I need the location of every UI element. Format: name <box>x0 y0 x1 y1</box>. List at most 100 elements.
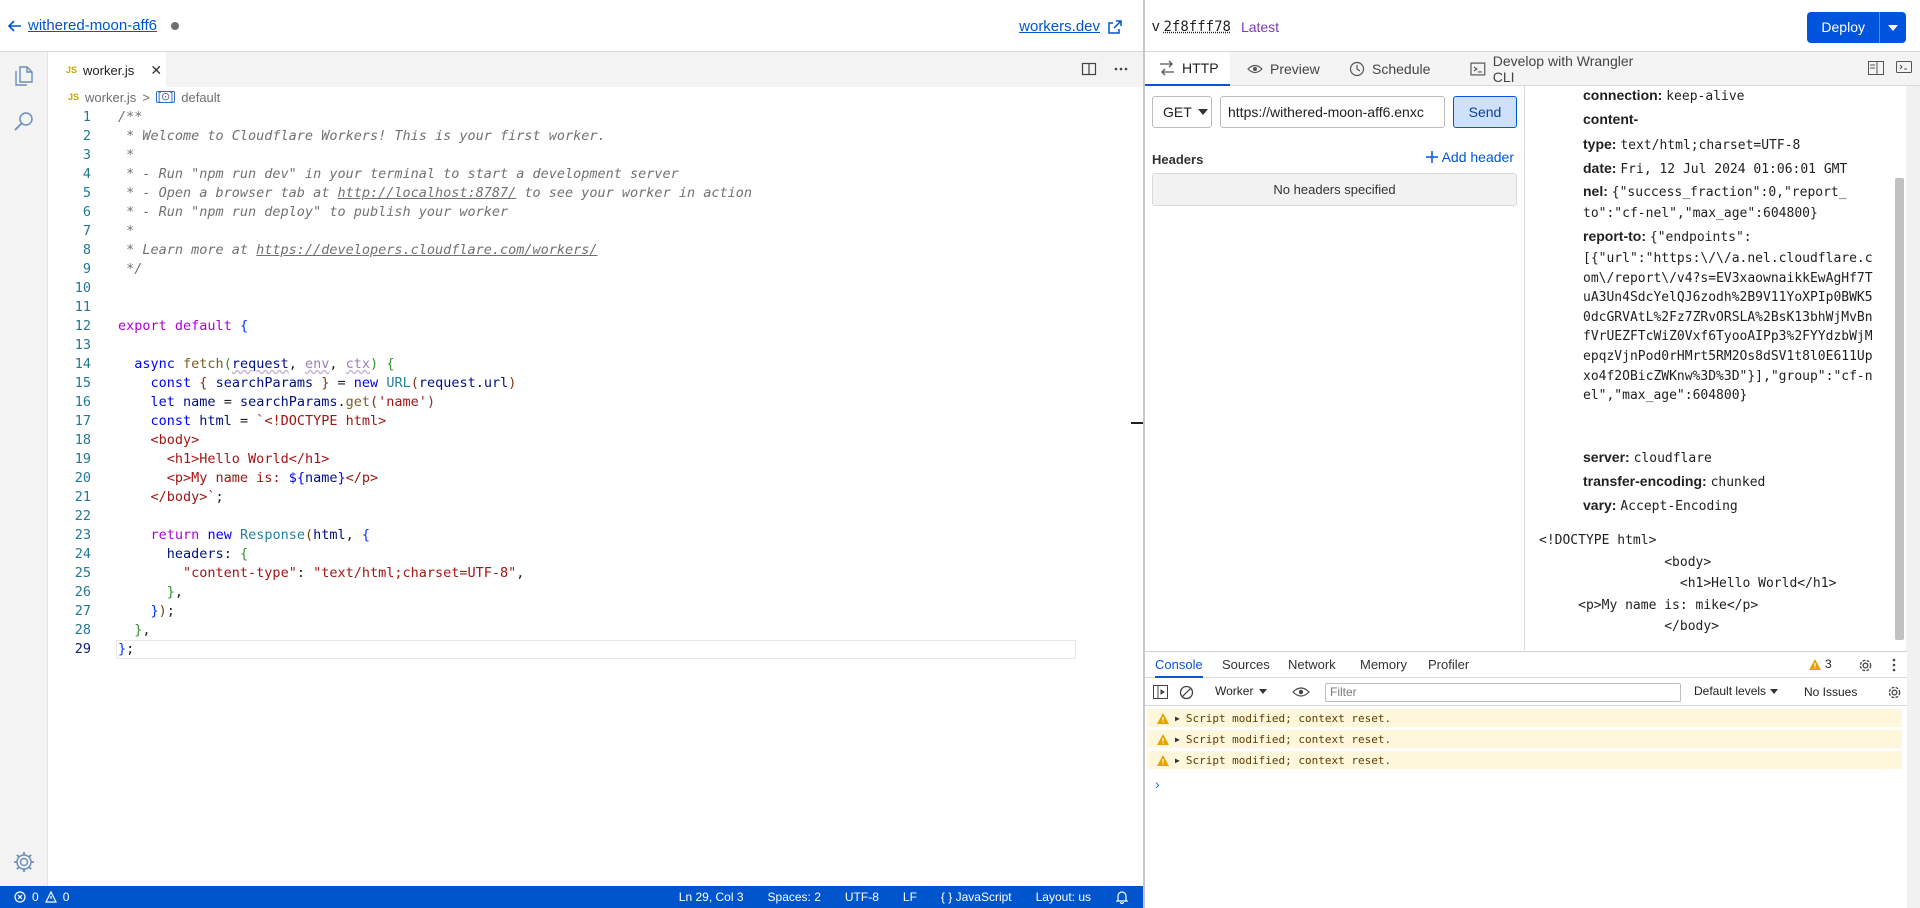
bell-icon[interactable] <box>1115 890 1129 904</box>
code-line[interactable]: 15 const { searchParams } = new URL(requ… <box>48 374 1128 393</box>
encoding[interactable]: UTF-8 <box>845 890 879 904</box>
code-line[interactable]: 19 <h1>Hello World</h1> <box>48 450 1128 469</box>
right-pane-scrollbar-track[interactable] <box>1906 86 1920 908</box>
code-line[interactable]: 27 }); <box>48 602 1128 621</box>
devtools-tab-bar: Console Sources Network Memory Profiler … <box>1145 652 1907 678</box>
line-number: 12 <box>74 318 91 334</box>
code-line[interactable]: 17 const html = `<!DOCTYPE html> <box>48 412 1128 431</box>
code-text: * Learn more at https://developers.cloud… <box>118 242 598 258</box>
indentation[interactable]: Spaces: 2 <box>768 890 821 904</box>
log-levels-dropdown[interactable]: Default levels <box>1694 684 1779 698</box>
toggle-console-icon[interactable] <box>1896 61 1912 75</box>
header-value: Accept-Encoding <box>1620 499 1738 514</box>
code-line[interactable]: 14 async fetch(request, env, ctx) { <box>48 355 1128 374</box>
end-of-line[interactable]: LF <box>903 890 917 904</box>
devtools-layout-icon[interactable] <box>1868 61 1884 75</box>
code-line[interactable]: 18 <body> <box>48 431 1128 450</box>
code-line[interactable]: 25 "content-type": "text/html;charset=UT… <box>48 564 1128 583</box>
code-text: /** <box>118 109 143 125</box>
code-editor[interactable]: 1 /** 2 * Welcome to Cloudflare Workers! T… <box>48 108 1128 718</box>
code-line[interactable]: 2 * Welcome to Cloudflare Workers! This … <box>48 127 1128 146</box>
back-to-worker-link[interactable]: withered-moon-aff6 <box>8 17 179 34</box>
code-line[interactable]: 16 let name = searchParams.get('name') <box>48 393 1128 412</box>
search-icon[interactable] <box>12 110 36 134</box>
workers-dev-link[interactable]: workers.dev <box>1019 18 1122 35</box>
tab-schedule[interactable]: Schedule <box>1335 52 1453 86</box>
console-warning-message[interactable]: ▶ Script modified; context reset. <box>1147 729 1902 748</box>
devtools-menu-icon[interactable] <box>1887 658 1901 672</box>
expand-arrow-icon[interactable]: ▶ <box>1175 735 1180 744</box>
code-line[interactable]: 6 * - Run "npm run deploy" to publish yo… <box>48 203 1128 222</box>
code-line[interactable]: 22 <box>48 507 1128 526</box>
code-line[interactable]: 5 * - Open a browser tab at http://local… <box>48 184 1128 203</box>
problems-indicator[interactable]: 0 0 <box>0 890 69 904</box>
code-line[interactable]: 7 * <box>48 222 1128 241</box>
devtools-settings-icon[interactable] <box>1858 658 1873 673</box>
explorer-icon[interactable] <box>12 64 36 88</box>
code-line[interactable]: 10 <box>48 279 1128 298</box>
console-filter-input[interactable]: Filter <box>1325 683 1681 702</box>
tab-console[interactable]: Console <box>1155 652 1203 678</box>
code-line[interactable]: 1 /** <box>48 108 1128 127</box>
header-key: date: <box>1583 160 1617 176</box>
url-input[interactable] <box>1220 96 1445 128</box>
console-prompt[interactable]: › <box>1155 776 1160 792</box>
code-line[interactable]: 11 <box>48 298 1128 317</box>
js-file-icon: JS <box>68 92 80 102</box>
deploy-options-button[interactable] <box>1880 12 1906 43</box>
tab-http[interactable]: HTTP <box>1145 52 1230 86</box>
keyboard-layout[interactable]: Layout: us <box>1036 890 1091 904</box>
tab-worker-js[interactable]: JS worker.js ✕ <box>48 52 166 87</box>
more-actions-icon[interactable] <box>1113 61 1129 77</box>
method-select[interactable]: GET <box>1152 96 1212 128</box>
code-line[interactable]: 29}; <box>48 640 1128 659</box>
tab-preview[interactable]: Preview <box>1233 52 1333 86</box>
code-line[interactable]: 13 <box>48 336 1128 355</box>
sidebar-toggle-icon[interactable] <box>1153 685 1168 699</box>
expand-arrow-icon[interactable]: ▶ <box>1175 756 1180 765</box>
code-line[interactable]: 12 export default { <box>48 317 1128 336</box>
settings-gear-icon[interactable] <box>12 850 36 874</box>
close-tab-icon[interactable]: ✕ <box>150 62 162 79</box>
header-key: nel: <box>1583 183 1608 199</box>
send-button[interactable]: Send <box>1453 96 1517 128</box>
code-line[interactable]: 23 return new Response(html, { <box>48 526 1128 545</box>
code-line[interactable]: 28 }, <box>48 621 1128 640</box>
response-header-row: connection: keep-alive <box>1583 86 1883 109</box>
language-mode[interactable]: { } JavaScript <box>941 890 1012 904</box>
issues-counter[interactable]: No Issues <box>1804 685 1857 699</box>
tab-develop[interactable]: Develop with Wrangler CLI <box>1456 52 1656 86</box>
code-text: let name = searchParams.get('name') <box>150 394 436 410</box>
console-warning-counter[interactable]: 3 <box>1809 657 1832 671</box>
add-header-button[interactable]: Add header <box>1425 149 1514 165</box>
code-line[interactable]: 26 }, <box>48 583 1128 602</box>
tab-profiler[interactable]: Profiler <box>1428 652 1469 678</box>
code-line[interactable]: 24 headers: { <box>48 545 1128 564</box>
code-line[interactable]: 20 <p>My name is: ${name}</p> <box>48 469 1128 488</box>
code-text: }, <box>134 622 151 638</box>
eye-icon[interactable] <box>1292 686 1310 698</box>
split-editor-icon[interactable] <box>1081 61 1097 77</box>
breadcrumb-symbol[interactable]: default <box>181 90 220 105</box>
tab-sources[interactable]: Sources <box>1222 652 1270 678</box>
console-warning-message[interactable]: ▶ Script modified; context reset. <box>1147 708 1902 727</box>
console-warning-message[interactable]: ▶ Script modified; context reset. <box>1147 750 1902 769</box>
tab-memory[interactable]: Memory <box>1360 652 1407 678</box>
line-number: 2 <box>82 128 91 144</box>
code-line[interactable]: 21 </body>`; <box>48 488 1128 507</box>
console-settings-icon[interactable] <box>1887 685 1902 700</box>
code-text: export default { <box>118 318 249 334</box>
code-line[interactable]: 4 * - Run "npm run dev" in your terminal… <box>48 165 1128 184</box>
version-hash[interactable]: 2f8fff78 <box>1164 19 1231 35</box>
deploy-button[interactable]: Deploy <box>1807 12 1880 43</box>
breadcrumb-file[interactable]: worker.js <box>85 90 136 105</box>
expand-arrow-icon[interactable]: ▶ <box>1175 714 1180 723</box>
code-line[interactable]: 3 * <box>48 146 1128 165</box>
code-line[interactable]: 9 */ <box>48 260 1128 279</box>
cursor-position[interactable]: Ln 29, Col 3 <box>679 890 744 904</box>
context-selector[interactable]: Worker <box>1215 684 1268 698</box>
code-line[interactable]: 8 * Learn more at https://developers.clo… <box>48 241 1128 260</box>
response-scrollbar[interactable] <box>1895 178 1904 640</box>
clear-console-icon[interactable] <box>1179 685 1194 700</box>
tab-network[interactable]: Network <box>1288 652 1336 678</box>
